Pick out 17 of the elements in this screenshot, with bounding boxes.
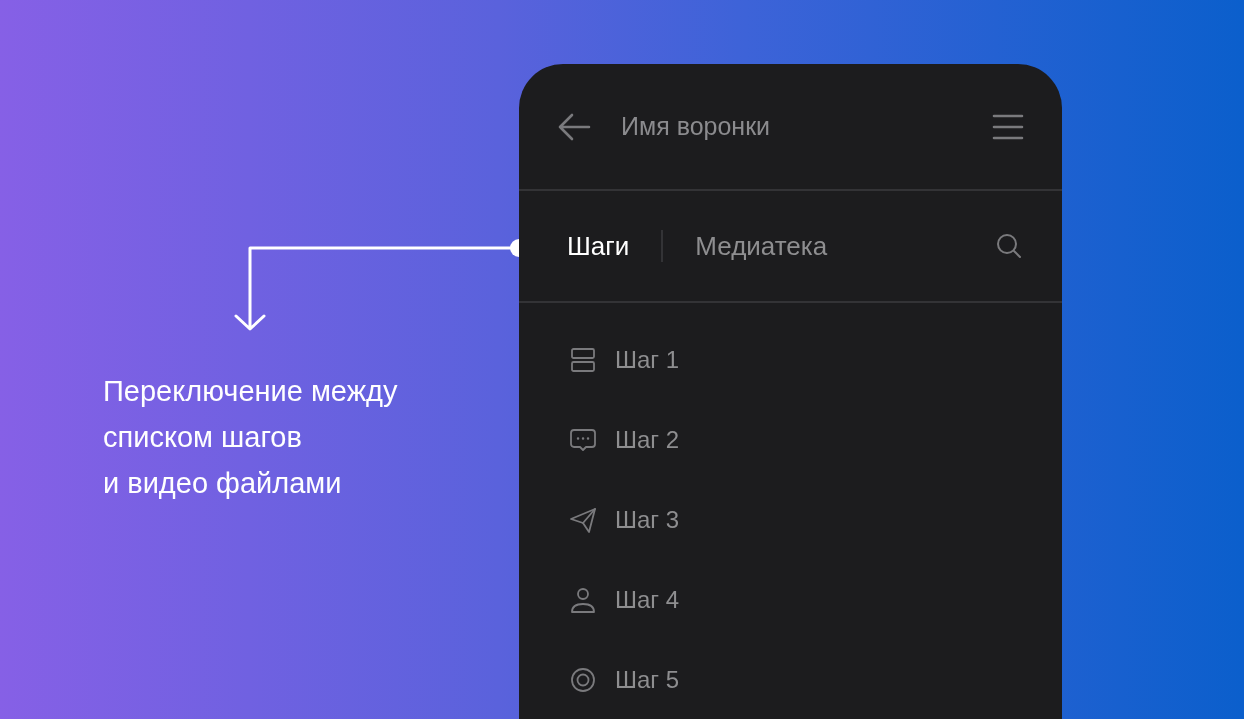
callout-text: Переключение между списком шагов и видео файлами (103, 374, 398, 501)
step-item[interactable]: Шаг 4 (615, 582, 680, 618)
rows-icon (569, 346, 597, 374)
back-arrow-icon[interactable] (557, 111, 591, 142)
step-item[interactable]: Шаг 3 (615, 502, 680, 538)
tab[interactable]: Медиатека (695, 226, 828, 266)
target-icon (569, 666, 597, 694)
chat-icon (569, 426, 597, 454)
search-icon[interactable] (996, 233, 1022, 259)
paper-plane-icon (569, 506, 597, 534)
step-item[interactable]: Шаг 1 (615, 342, 680, 378)
screen-title: Имя воронки (621, 110, 771, 142)
menu-icon[interactable] (992, 113, 1024, 140)
user-icon (569, 586, 597, 614)
tab[interactable]: Шаги (567, 226, 630, 266)
step-item[interactable]: Шаг 2 (615, 422, 680, 458)
step-item[interactable]: Шаг 5 (615, 662, 680, 698)
